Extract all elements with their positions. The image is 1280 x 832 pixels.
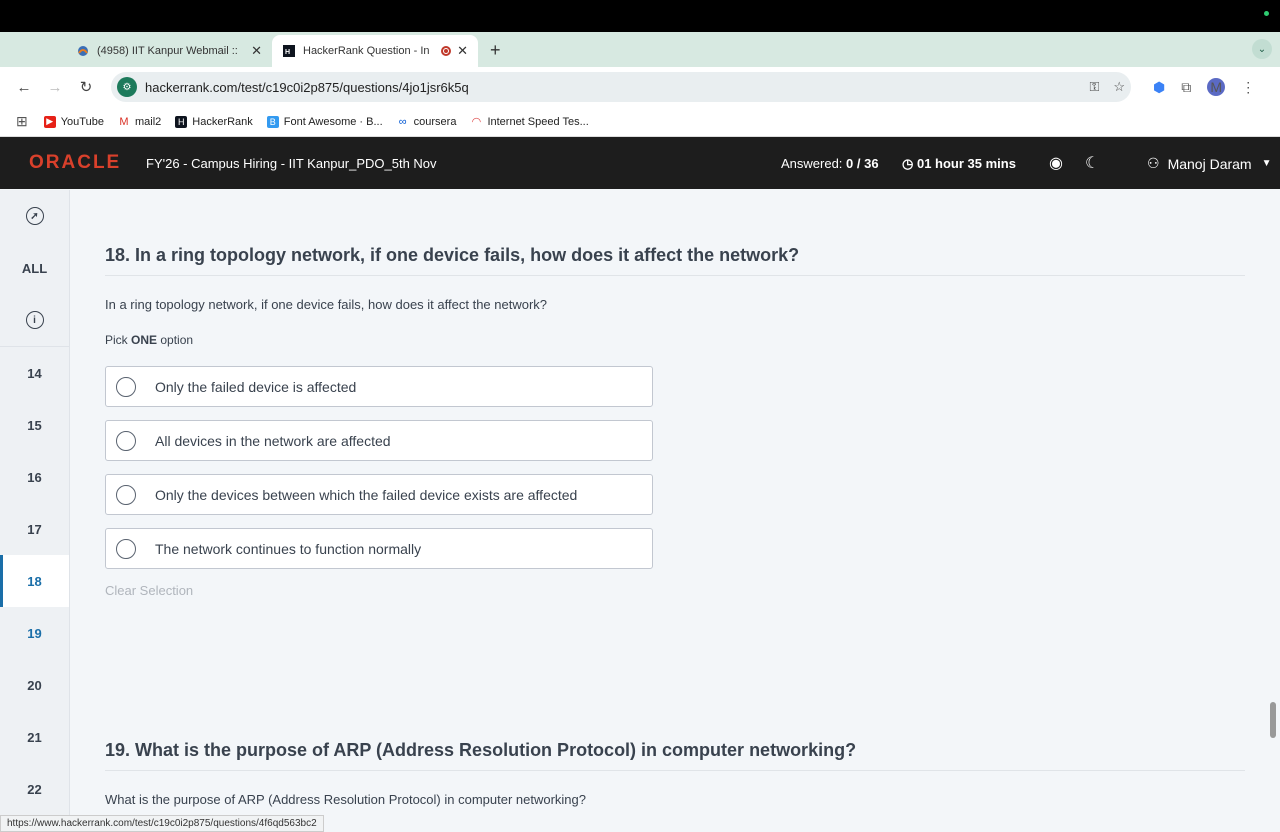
caret-down-icon: ▼ bbox=[1261, 158, 1272, 169]
question-19-text: What is the purpose of ARP (Address Reso… bbox=[105, 792, 586, 807]
browser-toolbar: ← → ↻ ⚙ hackerrank.com/test/c19c0i2p875/… bbox=[0, 67, 1280, 107]
option-b[interactable]: All devices in the network are affected bbox=[105, 420, 653, 461]
back-icon[interactable]: ← bbox=[10, 73, 38, 101]
info-icon: i bbox=[25, 311, 44, 329]
radio-button[interactable] bbox=[116, 430, 136, 451]
bookmarks-bar: ⊞ ▶ YouTube Mmail2 H HackerRank B Font Awes… bbox=[0, 107, 1280, 137]
svg-text:H: H bbox=[285, 49, 290, 56]
site-info-icon[interactable]: ⚙ bbox=[117, 77, 137, 97]
sidebar-item-15[interactable]: 15 bbox=[0, 399, 69, 451]
extension-icon[interactable]: ⬢ bbox=[1153, 79, 1165, 96]
key-icon[interactable]: ⚿ bbox=[1089, 79, 1099, 95]
timer: ◷ 01 hour 35 mins bbox=[902, 156, 1016, 171]
test-title: FY'26 - Campus Hiring - IIT Kanpur_PDO_5… bbox=[146, 155, 437, 171]
compass-button[interactable]: ➚ bbox=[0, 190, 69, 242]
eye-icon[interactable]: ◉ bbox=[1049, 153, 1063, 173]
option-c[interactable]: Only the devices between which the faile… bbox=[105, 474, 653, 515]
clock-icon: ◷ bbox=[902, 156, 914, 171]
pick-instruction: Pick ONE option bbox=[105, 333, 194, 347]
status-url: https://www.hackerrank.com/test/c19c0i2p… bbox=[0, 815, 324, 832]
address-bar[interactable]: ⚙ hackerrank.com/test/c19c0i2p875/questi… bbox=[111, 72, 1131, 102]
moon-icon[interactable]: ☾ bbox=[1085, 153, 1099, 173]
oracle-logo: ORACLE bbox=[29, 152, 122, 173]
close-icon[interactable]: ✕ bbox=[251, 43, 262, 59]
options-list: Only the failed device is affected All d… bbox=[105, 366, 653, 582]
main-area: ➚ ALL i 14 15 16 17 18 19 20 21 22 18. I… bbox=[0, 190, 1280, 832]
bookmark-speedtest[interactable]: ◠ Internet Speed Tes... bbox=[470, 116, 589, 129]
compass-icon: ➚ bbox=[25, 207, 44, 225]
chevron-down-icon[interactable]: ⌄ bbox=[1252, 39, 1272, 59]
bookmark-mail2[interactable]: Mmail2 bbox=[118, 116, 161, 128]
apps-grid-icon[interactable]: ⊞ bbox=[16, 113, 28, 130]
status-dot bbox=[1264, 11, 1269, 16]
gmail-icon: M bbox=[119, 115, 129, 128]
divider bbox=[105, 770, 1245, 771]
youtube-icon: ▶ bbox=[43, 115, 56, 128]
bookmark-hackerrank[interactable]: H HackerRank bbox=[175, 115, 253, 128]
url-text[interactable]: hackerrank.com/test/c19c0i2p875/question… bbox=[145, 80, 1075, 95]
question-19-title: 19. What is the purpose of ARP (Address … bbox=[105, 740, 857, 760]
sidebar-item-14[interactable]: 14 bbox=[0, 347, 69, 399]
fontawesome-icon: B bbox=[266, 115, 279, 128]
sidebar-item-all[interactable]: ALL bbox=[0, 242, 69, 294]
question-nav-sidebar: ➚ ALL i 14 15 16 17 18 19 20 21 22 bbox=[0, 190, 70, 832]
sidebar-item-17[interactable]: 17 bbox=[0, 503, 69, 555]
info-button[interactable]: i bbox=[0, 294, 69, 346]
tab-strip: (4958) IIT Kanpur Webmail :: ✕ H HackerR… bbox=[0, 32, 1280, 67]
divider bbox=[105, 275, 1245, 276]
puzzle-icon[interactable]: ⧉ bbox=[1181, 79, 1191, 96]
tab-webmail[interactable]: (4958) IIT Kanpur Webmail :: ✕ bbox=[66, 35, 272, 67]
radio-button[interactable] bbox=[116, 538, 136, 559]
coursera-icon: ∞ bbox=[398, 115, 407, 128]
test-header: ORACLE FY'26 - Campus Hiring - IIT Kanpu… bbox=[0, 137, 1280, 189]
sidebar-item-22[interactable]: 22 bbox=[0, 763, 69, 815]
tab-hackerrank[interactable]: H HackerRank Question - In ✕ bbox=[272, 35, 478, 67]
sidebar-item-16[interactable]: 16 bbox=[0, 451, 69, 503]
sidebar-item-21[interactable]: 21 bbox=[0, 711, 69, 763]
radio-button[interactable] bbox=[116, 484, 136, 505]
menu-icon[interactable]: ⋮ bbox=[1241, 79, 1255, 96]
question-18-text: In a ring topology network, if one devic… bbox=[105, 297, 548, 312]
option-d[interactable]: The network continues to function normal… bbox=[105, 528, 653, 569]
clear-selection-link[interactable]: Clear Selection bbox=[105, 583, 193, 598]
scrollbar-thumb[interactable] bbox=[1270, 702, 1276, 738]
os-menu-bar bbox=[0, 0, 1280, 32]
user-menu[interactable]: ⚇ Manoj Daram ▼ bbox=[1147, 155, 1272, 172]
bookmark-coursera[interactable]: ∞ coursera bbox=[397, 116, 457, 128]
sidebar-item-19[interactable]: 19 bbox=[0, 607, 69, 659]
avatar[interactable]: M bbox=[1207, 78, 1226, 96]
hackerrank-icon: H bbox=[175, 115, 188, 128]
answered-count: Answered: 0 / 36 bbox=[781, 156, 879, 171]
radio-button[interactable] bbox=[116, 376, 136, 397]
close-icon[interactable]: ✕ bbox=[457, 43, 468, 59]
bookmark-fontawesome[interactable]: B Font Awesome · B... bbox=[266, 115, 383, 128]
speedtest-icon: ◠ bbox=[471, 116, 482, 128]
sidebar-item-18[interactable]: 18 bbox=[0, 555, 69, 607]
bookmark-youtube[interactable]: ▶ YouTube bbox=[43, 115, 104, 128]
recording-icon bbox=[441, 46, 452, 56]
star-icon[interactable]: ☆ bbox=[1113, 79, 1125, 95]
new-tab-icon[interactable]: + bbox=[490, 40, 501, 61]
sidebar-item-20[interactable]: 20 bbox=[0, 659, 69, 711]
forward-icon[interactable]: → bbox=[41, 73, 69, 101]
option-a[interactable]: Only the failed device is affected bbox=[105, 366, 653, 407]
hackerrank-icon: H bbox=[282, 45, 295, 58]
question-18-title: 18. In a ring topology network, if one d… bbox=[105, 245, 800, 265]
reload-icon[interactable]: ↻ bbox=[72, 73, 100, 101]
user-icon: ⚇ bbox=[1147, 155, 1160, 171]
webmail-icon bbox=[76, 45, 89, 58]
